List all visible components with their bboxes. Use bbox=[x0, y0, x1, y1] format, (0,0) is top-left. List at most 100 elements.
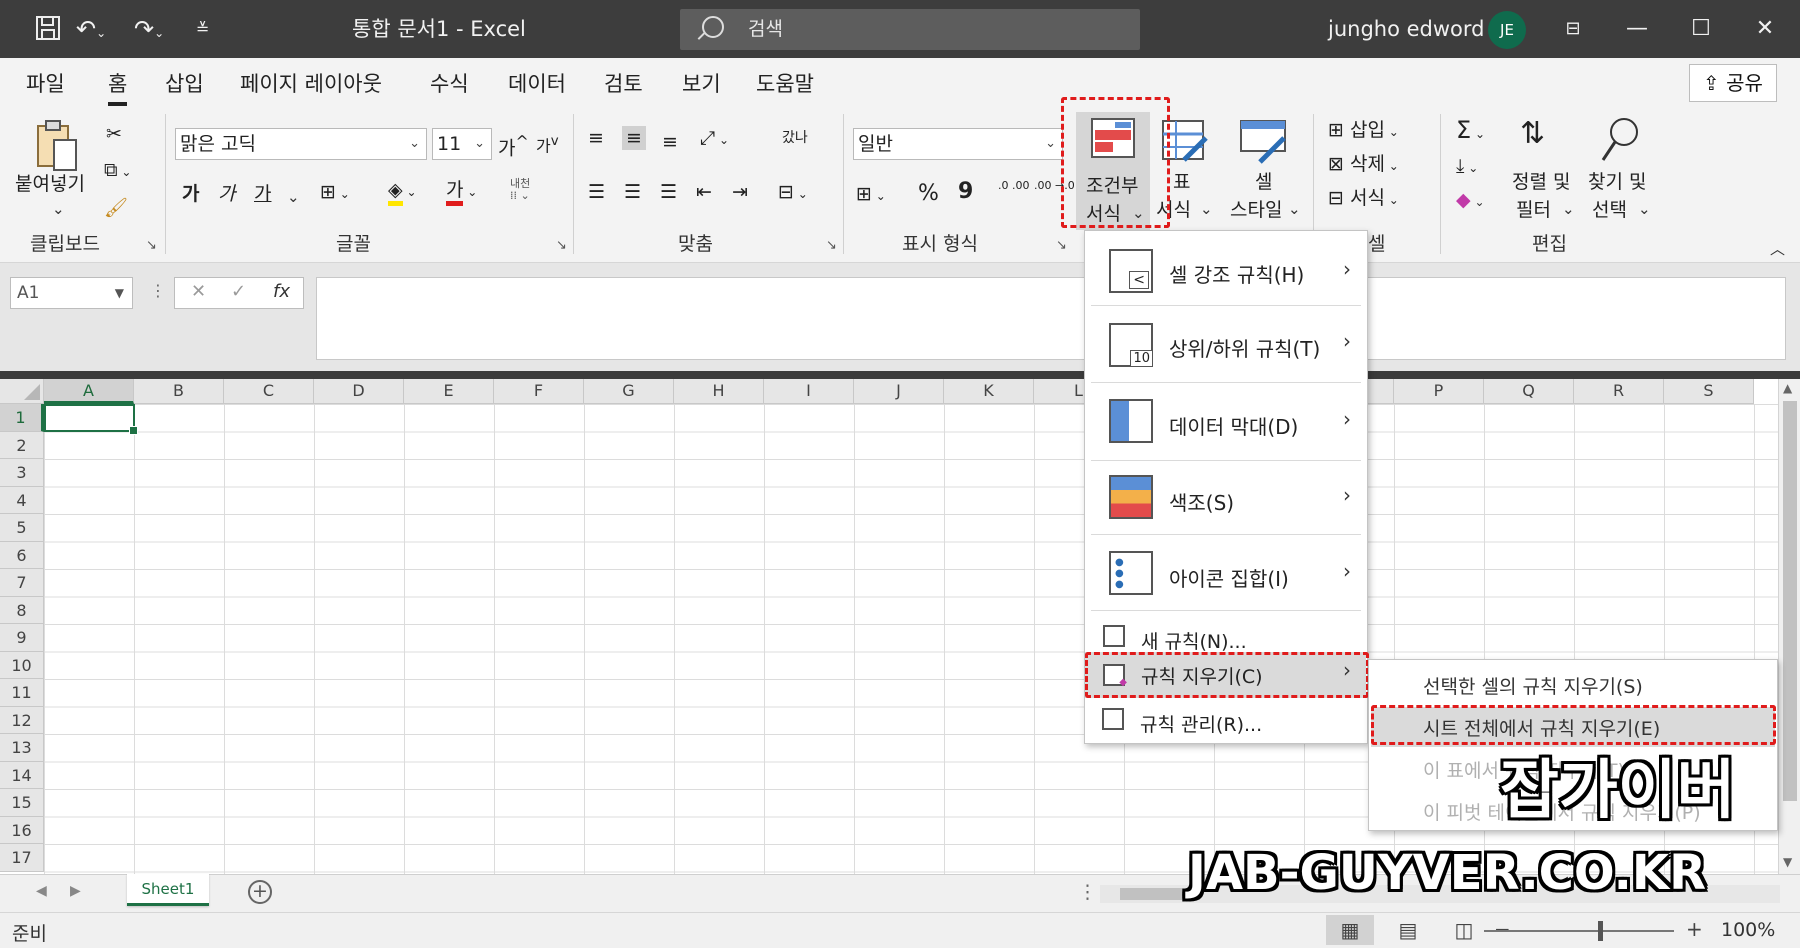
align-top-icon[interactable]: ≡ bbox=[588, 126, 604, 150]
delete-cells-button[interactable]: ⊠ 삭제 ⌄ bbox=[1328, 152, 1399, 178]
phonetic-button[interactable]: 내천 ⁞⁞ ⌄ bbox=[510, 178, 530, 202]
close-button[interactable]: ✕ bbox=[1742, 10, 1788, 48]
row-header-12[interactable]: 12 bbox=[0, 706, 44, 734]
menu-icon-sets[interactable]: ● ● ● 아이콘 집합(I) › bbox=[1085, 543, 1367, 603]
column-header-b[interactable]: B bbox=[134, 379, 224, 404]
zoom-level[interactable]: 100% bbox=[1721, 919, 1775, 941]
avatar[interactable]: JE bbox=[1488, 11, 1526, 49]
insert-function-icon[interactable]: fx bbox=[273, 281, 290, 302]
search-box[interactable] bbox=[680, 9, 1140, 50]
chevron-down-icon[interactable]: ⌄ bbox=[1288, 200, 1301, 218]
column-header-g[interactable]: G bbox=[584, 379, 674, 404]
tab-formulas[interactable]: 수식 bbox=[430, 70, 469, 98]
cut-icon[interactable]: ✂ bbox=[106, 122, 122, 146]
copy-icon[interactable]: ⧉ ⌄ bbox=[104, 158, 131, 184]
row-header-14[interactable]: 14 bbox=[0, 761, 44, 789]
alignment-launcher-icon[interactable]: ↘ bbox=[826, 238, 837, 253]
fill-color-icon[interactable]: ◈ ⌄ bbox=[388, 178, 417, 206]
scroll-down-icon[interactable]: ▼ bbox=[1783, 855, 1792, 869]
row-header-13[interactable]: 13 bbox=[0, 734, 44, 762]
zoom-out-icon[interactable]: − bbox=[1494, 917, 1511, 941]
paste-icon[interactable] bbox=[34, 118, 80, 179]
row-header-10[interactable]: 10 bbox=[0, 651, 44, 679]
sort-filter-icon[interactable]: ⇅ bbox=[1520, 119, 1545, 149]
find-select-label-2[interactable]: 선택 bbox=[1592, 198, 1627, 222]
row-header-9[interactable]: 9 bbox=[0, 624, 44, 652]
scroll-thumb[interactable] bbox=[1783, 401, 1797, 801]
cell-styles-label-2[interactable]: 스타일 bbox=[1230, 198, 1282, 222]
menu-data-bars[interactable]: 데이터 막대(D) › bbox=[1085, 391, 1367, 451]
column-header-d[interactable]: D bbox=[314, 379, 404, 404]
collapse-ribbon-icon[interactable]: ︿ bbox=[1770, 238, 1785, 259]
format-painter-icon[interactable]: 🖌 bbox=[104, 196, 128, 220]
column-header-j[interactable]: J bbox=[854, 379, 944, 404]
cancel-icon[interactable]: ✕ bbox=[191, 281, 206, 302]
next-sheet-icon[interactable]: ▶ bbox=[70, 883, 81, 899]
increase-decimal-button[interactable]: .0 .00 bbox=[998, 180, 1030, 192]
normal-view-icon[interactable]: ▦ bbox=[1326, 915, 1374, 945]
customize-qat-icon[interactable]: ≚ bbox=[196, 14, 209, 44]
maximize-button[interactable]: ☐ bbox=[1678, 10, 1724, 48]
align-left-icon[interactable]: ☰ bbox=[588, 180, 605, 204]
menu-new-rule[interactable]: 새 규칙(N)... bbox=[1085, 617, 1367, 657]
underline-button[interactable]: 가 bbox=[254, 182, 271, 206]
add-sheet-icon[interactable]: + bbox=[248, 880, 272, 904]
column-header-s[interactable]: S bbox=[1664, 379, 1754, 404]
clear-icon[interactable]: ◆ ⌄ bbox=[1456, 188, 1485, 214]
sort-filter-label-2[interactable]: 필터 bbox=[1516, 198, 1551, 222]
grow-font-button[interactable]: 가^ bbox=[498, 130, 529, 160]
formula-input[interactable] bbox=[316, 277, 1786, 360]
font-name-select[interactable]: 맑은 고딕 ⌄ bbox=[175, 128, 427, 160]
paste-dropdown-icon[interactable]: ⌄ bbox=[52, 200, 65, 218]
user-name[interactable]: jungho edword bbox=[1328, 14, 1485, 44]
paste-button[interactable]: 붙여넣기 bbox=[15, 172, 85, 196]
minimize-button[interactable]: — bbox=[1614, 10, 1660, 48]
row-header-4[interactable]: 4 bbox=[0, 486, 44, 514]
select-all-button[interactable] bbox=[0, 379, 44, 404]
column-header-h[interactable]: H bbox=[674, 379, 764, 404]
cell-styles-label-1[interactable]: 셀 bbox=[1255, 170, 1272, 194]
row-header-11[interactable]: 11 bbox=[0, 679, 44, 707]
menu-top-bottom-rules[interactable]: 10 상위/하위 규칙(T) › bbox=[1085, 315, 1367, 373]
save-icon[interactable] bbox=[34, 14, 62, 44]
find-select-icon[interactable] bbox=[1600, 116, 1640, 169]
row-header-8[interactable]: 8 bbox=[0, 596, 44, 624]
menu-color-scales[interactable]: 색조(S) › bbox=[1085, 467, 1367, 527]
shrink-font-button[interactable]: 가v bbox=[536, 130, 559, 158]
column-header-a[interactable]: A bbox=[44, 379, 134, 404]
menu-manage-rules[interactable]: 규칙 관리(R)... bbox=[1084, 700, 1366, 740]
redo-icon[interactable]: ↷⌄ bbox=[134, 14, 164, 44]
autosum-icon[interactable]: Σ ⌄ bbox=[1456, 118, 1485, 146]
font-launcher-icon[interactable]: ↘ bbox=[556, 238, 567, 253]
row-header-17[interactable]: 17 bbox=[0, 844, 44, 872]
tab-help[interactable]: 도움말 bbox=[756, 70, 814, 98]
format-cells-button[interactable]: ⊟ 서식 ⌄ bbox=[1328, 186, 1399, 212]
share-button[interactable]: ⇪ 공유 bbox=[1689, 64, 1777, 102]
tab-insert[interactable]: 삽입 bbox=[165, 70, 204, 98]
cell-styles-icon[interactable] bbox=[1240, 120, 1290, 169]
tab-review[interactable]: 검토 bbox=[604, 70, 643, 98]
sheet-tab-sheet1[interactable]: Sheet1 bbox=[127, 874, 209, 906]
tab-page-layout[interactable]: 페이지 레이아웃 bbox=[240, 70, 382, 98]
italic-button[interactable]: 가 bbox=[218, 182, 235, 206]
row-header-5[interactable]: 5 bbox=[0, 514, 44, 542]
tab-data[interactable]: 데이터 bbox=[508, 70, 566, 98]
tab-home[interactable]: 홈 bbox=[108, 70, 128, 106]
row-header-16[interactable]: 16 bbox=[0, 816, 44, 844]
number-launcher-icon[interactable]: ↘ bbox=[1056, 238, 1067, 253]
column-header-i[interactable]: I bbox=[764, 379, 854, 404]
bold-button[interactable]: 가 bbox=[182, 182, 199, 206]
search-input[interactable] bbox=[748, 14, 1128, 44]
menu-highlight-cell-rules[interactable]: < 셀 강조 규칙(H) › bbox=[1085, 243, 1367, 299]
sort-filter-label-1[interactable]: 정렬 및 bbox=[1512, 170, 1570, 194]
row-header-6[interactable]: 6 bbox=[0, 541, 44, 569]
align-right-icon[interactable]: ☰ bbox=[660, 180, 677, 204]
underline-dropdown-icon[interactable]: ⌄ bbox=[287, 188, 300, 206]
name-box[interactable]: A1 ▼ bbox=[10, 277, 133, 309]
comma-style-button[interactable]: 9 bbox=[958, 180, 973, 204]
row-header-7[interactable]: 7 bbox=[0, 569, 44, 597]
align-bottom-icon[interactable]: ≡ bbox=[662, 130, 678, 154]
chevron-down-icon[interactable]: ⌄ bbox=[1638, 200, 1651, 218]
row-header-15[interactable]: 15 bbox=[0, 789, 44, 817]
active-cell[interactable] bbox=[44, 404, 138, 435]
